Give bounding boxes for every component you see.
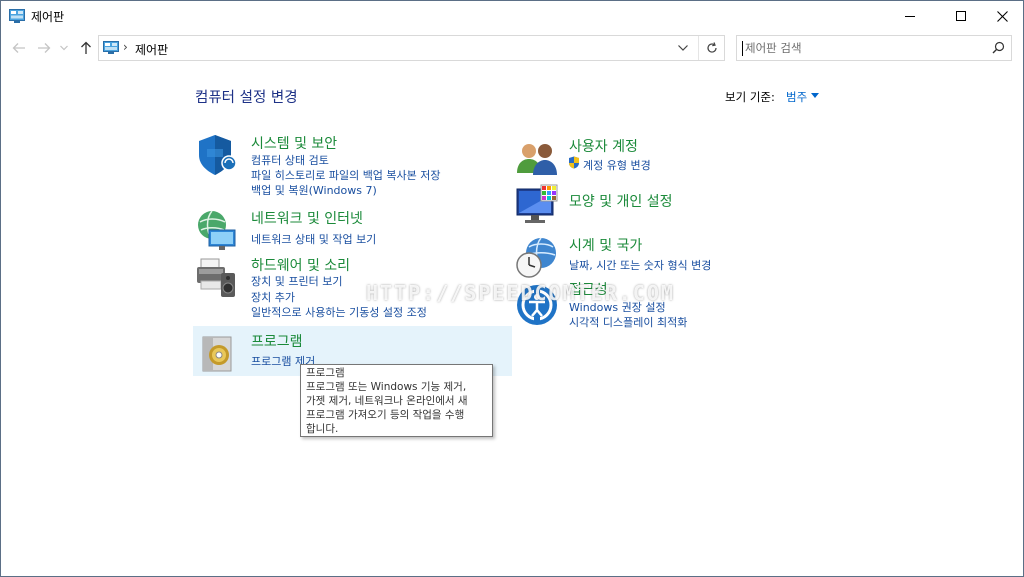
programs-tooltip: 프로그램 프로그램 또는 Windows 기능 제거, 가젯 제거, 네트워크나… bbox=[300, 364, 493, 437]
category-title[interactable]: 시스템 및 보안 bbox=[251, 133, 337, 153]
link-review-status[interactable]: 컴퓨터 상태 검토 bbox=[251, 152, 329, 168]
link-devices-printers[interactable]: 장치 및 프린터 보기 bbox=[251, 273, 342, 289]
view-by-label: 보기 기준: bbox=[725, 90, 775, 104]
address-bar[interactable]: › 제어판 bbox=[98, 35, 725, 61]
link-optimize-display[interactable]: 시각적 디스플레이 최적화 bbox=[569, 314, 687, 330]
minimize-button[interactable] bbox=[887, 1, 933, 31]
chevron-down-icon bbox=[60, 45, 68, 51]
up-button[interactable] bbox=[76, 39, 96, 57]
category-user-accounts: 사용자 계정 계정 유형 변경 bbox=[515, 137, 815, 177]
programs-disc-icon bbox=[202, 336, 232, 372]
control-panel-icon bbox=[9, 9, 25, 23]
recent-locations-button[interactable] bbox=[58, 39, 70, 57]
clock-globe-icon bbox=[516, 237, 556, 278]
personalization-monitor-icon bbox=[516, 184, 558, 223]
network-globe-icon bbox=[198, 210, 236, 250]
watermark: HTTP://SPEEDCOMTER.COM bbox=[366, 281, 675, 305]
search-input[interactable] bbox=[745, 39, 985, 57]
link-backup-restore[interactable]: 백업 및 복원(Windows 7) bbox=[251, 182, 377, 198]
category-title[interactable]: 프로그램 bbox=[251, 331, 303, 351]
link-mobility-settings[interactable]: 일반적으로 사용하는 기동성 설정 조정 bbox=[251, 304, 427, 320]
maximize-button[interactable] bbox=[938, 1, 984, 31]
tooltip-line: 합니다. bbox=[306, 423, 339, 435]
category-system-security: 시스템 및 보안 컴퓨터 상태 검토 파일 히스토리로 파일의 백업 복사본 저… bbox=[195, 133, 505, 197]
up-arrow-icon bbox=[81, 41, 91, 54]
refresh-button[interactable] bbox=[698, 36, 724, 60]
forward-button[interactable] bbox=[34, 39, 54, 57]
title-bar: 제어판 bbox=[1, 1, 1023, 31]
link-file-history[interactable]: 파일 히스토리로 파일의 백업 복사본 저장 bbox=[251, 167, 441, 183]
link-add-device[interactable]: 장치 추가 bbox=[251, 289, 295, 305]
chevron-down-icon bbox=[678, 45, 688, 51]
maximize-icon bbox=[956, 11, 966, 21]
link-date-time-format[interactable]: 날짜, 시간 또는 숫자 형식 변경 bbox=[569, 257, 711, 273]
printer-speaker-icon bbox=[197, 258, 235, 297]
tooltip-line: 가젯 제거, 네트워크나 온라인에서 새 bbox=[306, 395, 468, 407]
view-by-dropdown[interactable]: 범주 bbox=[786, 89, 807, 105]
link-network-status[interactable]: 네트워크 상태 및 작업 보기 bbox=[251, 231, 376, 247]
category-title[interactable]: 하드웨어 및 소리 bbox=[251, 255, 350, 275]
category-appearance: 모양 및 개인 설정 bbox=[515, 183, 815, 227]
close-button[interactable] bbox=[979, 1, 1024, 31]
view-by-arrow-icon[interactable] bbox=[811, 93, 819, 98]
control-panel-icon bbox=[103, 41, 119, 54]
breadcrumb-separator[interactable]: › bbox=[123, 40, 128, 54]
close-icon bbox=[996, 10, 1008, 22]
back-button[interactable] bbox=[9, 39, 29, 57]
shield-icon bbox=[199, 135, 237, 175]
text-caret bbox=[742, 41, 743, 56]
page-title: 컴퓨터 설정 변경 bbox=[195, 90, 298, 106]
search-icon[interactable] bbox=[992, 41, 1005, 54]
category-title[interactable]: 사용자 계정 bbox=[569, 136, 638, 156]
uac-shield-icon bbox=[569, 156, 579, 169]
breadcrumb-control-panel[interactable]: 제어판 bbox=[135, 41, 168, 58]
category-title[interactable]: 모양 및 개인 설정 bbox=[569, 191, 673, 211]
refresh-icon bbox=[706, 42, 717, 53]
category-network-internet: 네트워크 및 인터넷 네트워크 상태 및 작업 보기 bbox=[195, 208, 505, 250]
category-title[interactable]: 시계 및 국가 bbox=[569, 235, 642, 255]
address-dropdown-button[interactable] bbox=[671, 36, 695, 60]
forward-arrow-icon bbox=[38, 43, 51, 53]
tooltip-line: 프로그램 또는 Windows 기능 제거, bbox=[306, 381, 467, 393]
window-title: 제어판 bbox=[31, 10, 65, 24]
link-change-account-type[interactable]: 계정 유형 변경 bbox=[583, 157, 651, 173]
category-title[interactable]: 네트워크 및 인터넷 bbox=[251, 208, 363, 228]
category-clock-region: 시계 및 국가 날짜, 시간 또는 숫자 형식 변경 bbox=[515, 235, 835, 279]
tooltip-line: 프로그램 가져오기 등의 작업을 수행 bbox=[306, 409, 465, 421]
back-arrow-icon bbox=[12, 43, 25, 53]
users-icon bbox=[517, 144, 557, 175]
control-panel-window: 제어판 › 제어판 제어판 검색 컴퓨터 설정 변경 보기 기준: 범주 시스템… bbox=[0, 0, 1024, 577]
tooltip-line: 프로그램 bbox=[306, 367, 345, 379]
navigation-bar: › 제어판 bbox=[1, 33, 1023, 63]
search-box[interactable] bbox=[736, 35, 1012, 61]
minimize-icon bbox=[905, 16, 915, 17]
